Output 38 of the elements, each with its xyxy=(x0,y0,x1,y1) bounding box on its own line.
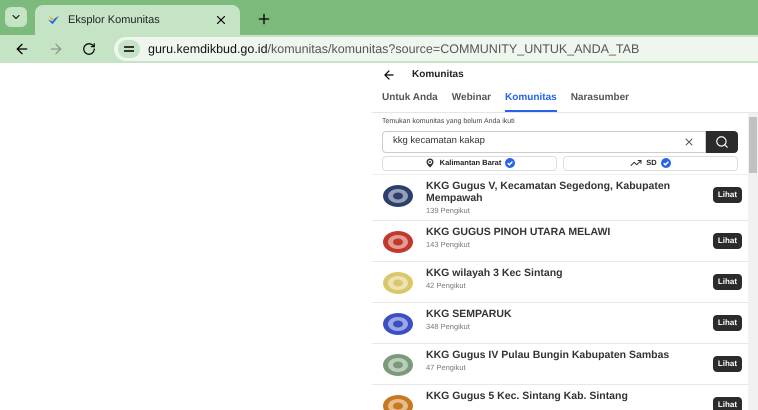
view-button[interactable]: Lihat xyxy=(712,356,742,372)
search-field[interactable]: kkg kecamatan kakap xyxy=(382,130,706,152)
community-name[interactable]: KKG Gugus V, Kecamatan Segedong, Kabupaten Mempawah xyxy=(426,180,701,204)
community-name[interactable]: KKG Gugus IV Pulau Bungin Kabupaten Sambas xyxy=(426,348,701,361)
view-button[interactable]: Lihat xyxy=(712,396,742,410)
close-icon[interactable] xyxy=(214,13,228,27)
nav-tab[interactable]: Webinar xyxy=(452,90,492,112)
map-pin-icon xyxy=(424,157,436,169)
search-button[interactable] xyxy=(706,130,738,152)
address-bar[interactable]: guru.kemdikbud.go.id/komunitas/komunitas?source=COMMUNITY_UNTUK_ANDA_TAB xyxy=(114,37,758,61)
community-name[interactable]: KKG SEMPARUK xyxy=(426,308,701,320)
community-name[interactable]: KKG Gugus 5 Kec. Sintang Kab. Sintang xyxy=(426,390,701,402)
tab-title: Eksplor Komunitas xyxy=(68,12,161,28)
view-button[interactable]: Lihat xyxy=(712,186,742,202)
nav-tab[interactable]: Narasumber xyxy=(570,90,630,112)
view-button[interactable]: Lihat xyxy=(712,274,742,290)
search-icon xyxy=(715,134,729,148)
back-icon[interactable] xyxy=(14,41,30,57)
tab-list-button[interactable] xyxy=(5,7,27,27)
nav-tab[interactable]: Komunitas xyxy=(505,90,557,112)
clear-icon[interactable] xyxy=(683,136,695,148)
check-icon xyxy=(505,158,516,168)
reload-icon[interactable] xyxy=(82,42,96,56)
browser-tab[interactable]: Eksplor Komunitas xyxy=(35,5,240,35)
new-tab-icon[interactable] xyxy=(256,11,272,27)
back-icon[interactable] xyxy=(382,68,396,82)
bird-logo-icon xyxy=(47,14,60,26)
view-button[interactable]: Lihat xyxy=(712,232,742,249)
view-button[interactable]: Lihat xyxy=(712,314,742,331)
page-title: Komunitas xyxy=(412,68,464,82)
community-name[interactable]: KKG wilayah 3 Kec Sintang xyxy=(426,266,701,279)
site-info-icon[interactable] xyxy=(118,40,140,58)
trend-line-icon xyxy=(630,157,642,169)
scrollbar[interactable] xyxy=(748,113,758,410)
nav-tab[interactable]: Untuk Anda xyxy=(382,90,438,112)
check-icon xyxy=(660,158,671,168)
url-text: guru.kemdikbud.go.id/komunitas/komunitas?source=COMMUNITY_UNTUK_ANDA_TAB xyxy=(148,40,640,58)
community-name[interactable]: KKG GUGUS PINOH UTARA MELAWI xyxy=(426,226,701,238)
